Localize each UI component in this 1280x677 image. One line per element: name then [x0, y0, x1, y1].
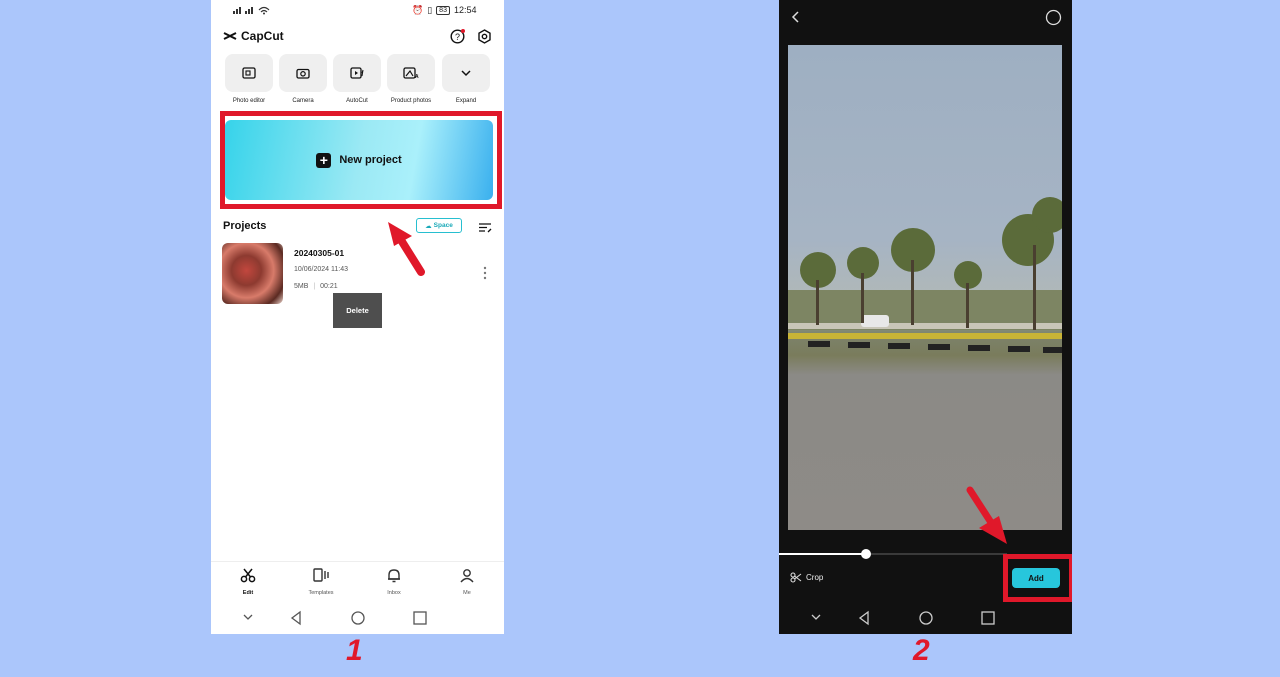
- signal-icons: [233, 3, 273, 17]
- divider: [211, 561, 504, 562]
- phone-screen-capcut-home: ⏰ ▯ 83 12:54 CapCut ? A Photo editor Cam…: [211, 0, 504, 634]
- capcut-logo-icon: [223, 32, 237, 40]
- space-label: Space: [433, 222, 453, 229]
- new-project-button[interactable]: + New project: [225, 120, 493, 200]
- project-size: 5MB: [294, 283, 309, 290]
- red-arrow-annotation: [388, 222, 425, 276]
- project-duration: 00:21: [320, 283, 338, 290]
- product-photos-label: Product photos: [390, 98, 432, 104]
- system-navigation-bar[interactable]: [241, 610, 471, 626]
- nav-inbox-label: Inbox: [387, 590, 401, 596]
- capcut-logo: CapCut: [223, 29, 284, 43]
- expand-button[interactable]: [442, 54, 490, 92]
- photo-editor-button[interactable]: [225, 54, 273, 92]
- projects-title: Projects: [223, 220, 267, 232]
- nav-me[interactable]: Me: [447, 568, 487, 596]
- chevron-down-icon: [461, 70, 471, 77]
- status-right: ⏰ ▯ 83 12:54: [412, 3, 477, 17]
- project-date: 10/06/2024 11:43: [294, 266, 348, 273]
- scissors-icon: [790, 572, 802, 583]
- more-options-icon[interactable]: [483, 266, 487, 285]
- alarm-icon: ⏰: [412, 4, 424, 15]
- status-time: 12:54: [453, 5, 477, 15]
- settings-icon[interactable]: [477, 29, 492, 49]
- camera-label: Camera: [292, 98, 314, 104]
- crop-button[interactable]: Crop: [790, 572, 823, 583]
- select-circle-icon[interactable]: [1045, 9, 1062, 26]
- nav-edit-label: Edit: [242, 590, 254, 596]
- meta-divider: |: [313, 283, 316, 290]
- red-arrow-annotation: [966, 486, 1007, 544]
- help-icon[interactable]: ?: [450, 29, 465, 49]
- manage-list-icon[interactable]: [478, 220, 492, 238]
- photo-editor-label: Photo editor: [232, 98, 266, 104]
- templates-icon: [313, 568, 329, 582]
- person-icon: [460, 569, 474, 583]
- delete-tooltip[interactable]: Delete: [333, 293, 382, 328]
- photo-editor-icon: [242, 67, 256, 79]
- road-scene-image: [788, 197, 1062, 353]
- nav-edit[interactable]: Edit: [228, 568, 268, 596]
- crop-label: Crop: [806, 573, 824, 582]
- add-button[interactable]: Add: [1012, 568, 1060, 588]
- camera-icon: [296, 68, 310, 79]
- video-preview[interactable]: [788, 45, 1062, 530]
- new-project-label: New project: [339, 154, 402, 166]
- project-thumbnail[interactable]: [222, 243, 283, 304]
- nav-templates-label: Templates: [308, 590, 334, 596]
- nav-me-label: Me: [463, 590, 471, 596]
- battery-icon: 83: [436, 5, 450, 15]
- autocut-label: AutoCut: [346, 98, 368, 104]
- bell-icon: [388, 569, 400, 583]
- nav-templates[interactable]: Templates: [301, 568, 341, 596]
- plus-icon: +: [316, 152, 332, 168]
- project-name[interactable]: 20240305-01: [294, 248, 344, 258]
- app-name: CapCut: [241, 29, 284, 43]
- back-icon[interactable]: [790, 10, 802, 24]
- step-label-2: 2: [913, 634, 930, 667]
- timeline-handle[interactable]: [861, 549, 871, 559]
- autocut-icon: [350, 67, 364, 79]
- project-meta: 5MB | 00:21: [294, 283, 338, 290]
- system-navigation-bar[interactable]: [809, 610, 1039, 626]
- autocut-button[interactable]: [333, 54, 381, 92]
- camera-button[interactable]: [279, 54, 327, 92]
- svg-text:?: ?: [455, 32, 460, 42]
- vibrate-icon: ▯: [427, 4, 433, 15]
- expand-label: Expand: [455, 98, 477, 104]
- scissors-icon: [240, 568, 256, 583]
- phone-screen-media-preview: Crop Add: [779, 0, 1072, 634]
- product-photos-icon: AI: [403, 67, 419, 79]
- timeline-progress: [779, 553, 866, 555]
- cloud-icon: ☁: [425, 222, 432, 230]
- product-photos-button[interactable]: AI: [387, 54, 435, 92]
- svg-text:AI: AI: [415, 74, 419, 79]
- nav-inbox[interactable]: Inbox: [374, 568, 414, 596]
- step-label-1: 1: [346, 634, 363, 667]
